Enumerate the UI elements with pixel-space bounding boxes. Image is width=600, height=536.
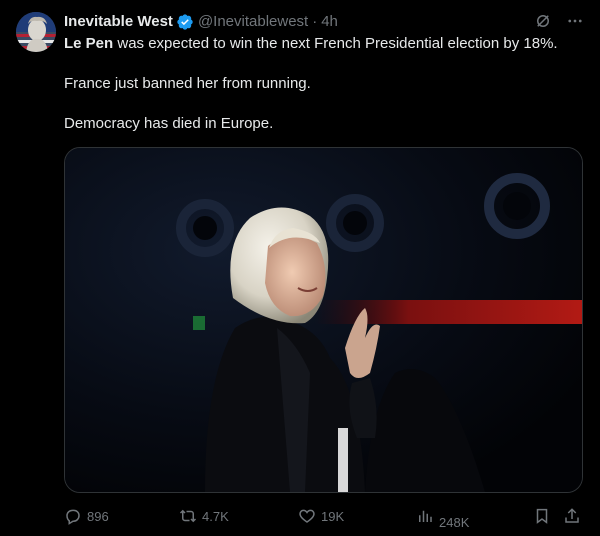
share-icon <box>565 508 579 523</box>
grok-icon[interactable] <box>534 12 552 30</box>
more-icon[interactable] <box>566 12 584 30</box>
tweet-text-bold: Le Pen <box>64 35 114 52</box>
separator-dot: · <box>312 13 318 30</box>
like-count: 19K <box>321 508 345 524</box>
views-icon <box>419 510 432 522</box>
heart-icon <box>299 509 315 523</box>
avatar[interactable] <box>16 12 56 52</box>
bookmark-icon <box>536 508 548 524</box>
tweet-media-photo[interactable] <box>64 147 583 493</box>
share-button[interactable] <box>563 502 581 530</box>
repost-button[interactable]: 4.7K <box>179 502 229 530</box>
tweet-text: Le Pen was expected to win the next Fren… <box>64 34 584 154</box>
tweet[interactable]: Inevitable West @Inevitablewest · 4h Le … <box>0 0 600 536</box>
reply-count: 896 <box>87 508 109 524</box>
tweet-text-line2: France just banned her from running. <box>64 75 311 92</box>
user-handle[interactable]: @Inevitablewest <box>198 12 308 32</box>
repost-icon <box>179 509 197 523</box>
avatar-image <box>16 12 56 52</box>
tweet-header: Inevitable West @Inevitablewest · 4h <box>64 12 584 32</box>
photo-image <box>65 148 582 492</box>
timestamp[interactable]: 4h <box>321 12 338 32</box>
tweet-text-line1-rest: was expected to win the next French Pres… <box>113 35 558 52</box>
repost-count: 4.7K <box>202 508 229 524</box>
bookmark-button[interactable] <box>533 502 551 530</box>
tweet-text-line1: Le Pen was expected to win the next Fren… <box>64 34 584 54</box>
like-button[interactable]: 19K <box>298 502 344 530</box>
tweet-text-line3: Democracy has died in Europe. <box>64 115 274 132</box>
reply-icon <box>66 509 80 525</box>
header-actions <box>534 12 584 30</box>
views-count: 248K <box>439 514 470 530</box>
tweet-actions: 896 4.7K 19K 248K <box>64 502 584 530</box>
reply-button[interactable]: 896 <box>64 502 109 530</box>
verified-badge-icon <box>176 13 194 31</box>
display-name[interactable]: Inevitable West <box>64 12 173 32</box>
views-button[interactable]: 248K <box>416 502 469 530</box>
